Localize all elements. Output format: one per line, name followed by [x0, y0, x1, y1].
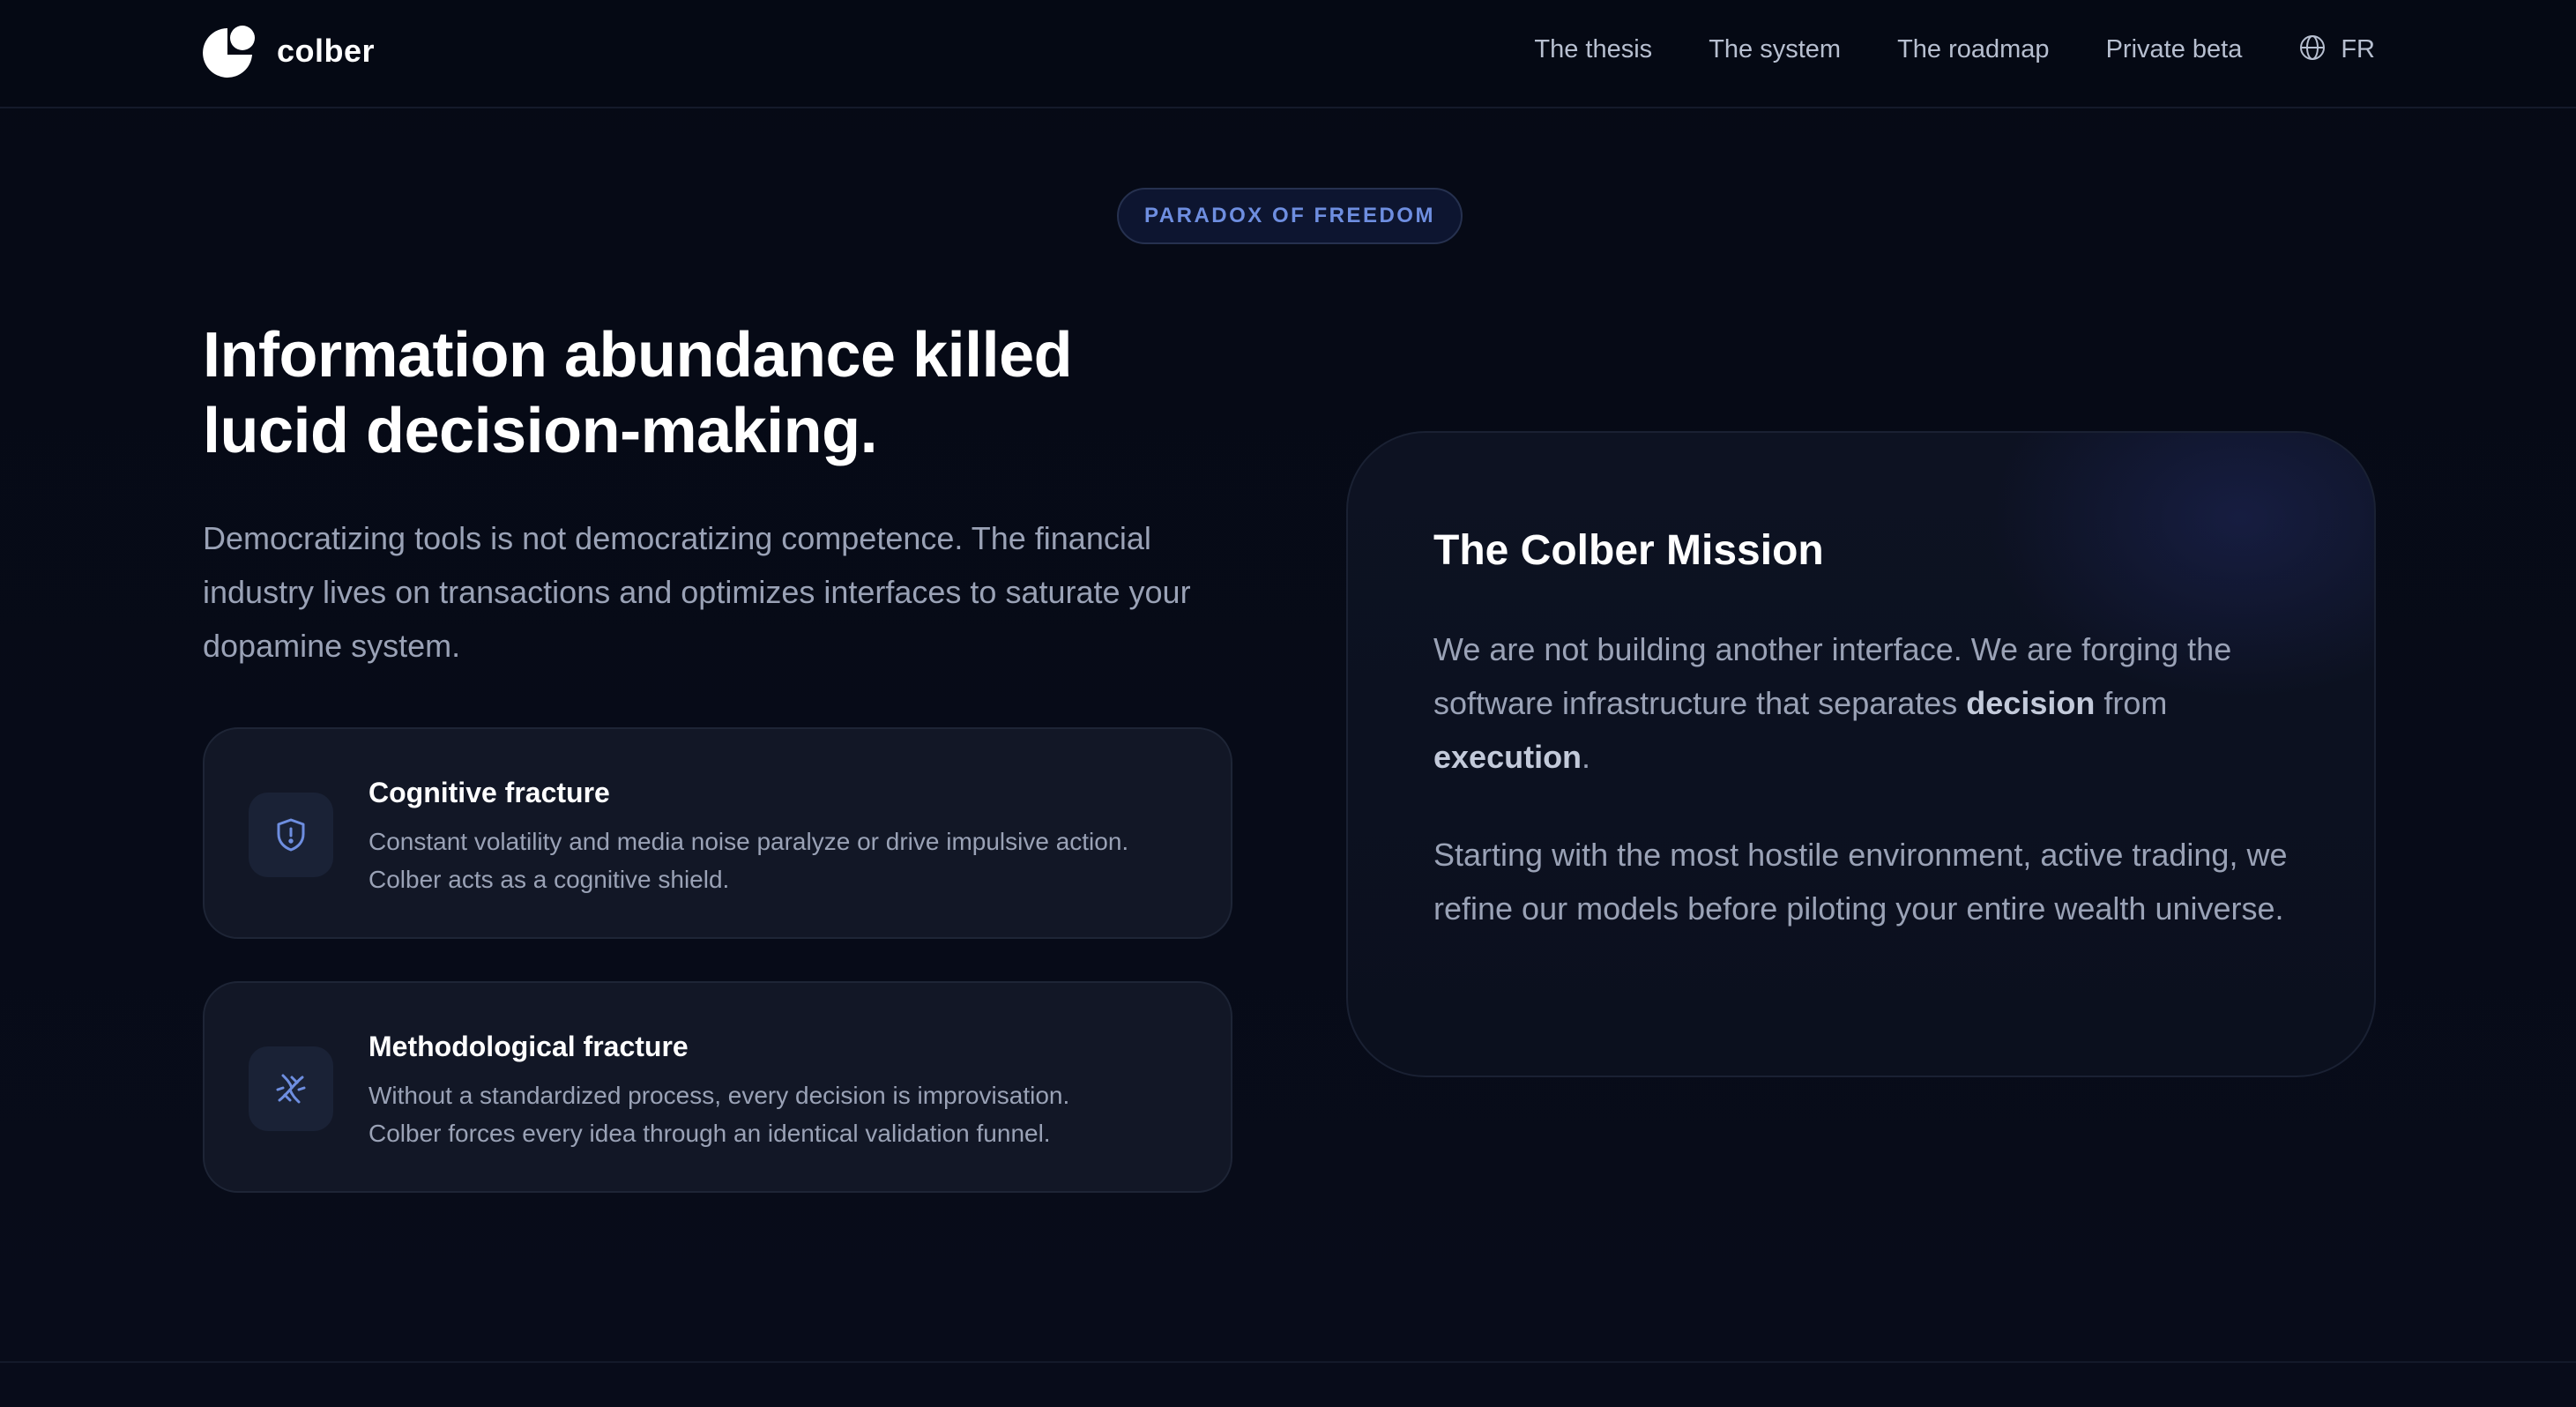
colber-logo-icon — [203, 23, 257, 79]
section-badge: PARADOX OF FREEDOM — [1117, 188, 1463, 244]
nav-link-system[interactable]: The system — [1709, 35, 1841, 64]
shield-alert-icon — [249, 793, 333, 877]
dna-icon — [249, 1046, 333, 1131]
badge-text: PARADOX OF FREEDOM — [1144, 204, 1435, 227]
mission-paragraph-1: We are not building another interface. W… — [1433, 622, 2315, 784]
language-switcher[interactable]: FR — [2298, 34, 2375, 66]
headline-line-1: Information abundance killed — [203, 320, 1073, 391]
mission-p1-text-2: from — [2103, 685, 2168, 721]
feature-body-line-1: Without a standardized process, every de… — [369, 1082, 1070, 1109]
feature-body: Constant volatility and media noise para… — [369, 823, 1206, 898]
language-label: FR — [2341, 35, 2375, 63]
feature-body-line-1: Constant volatility and media noise para… — [369, 828, 1129, 855]
mission-p1-text-3: . — [1582, 739, 1591, 775]
page: colber The thesis The system The roadmap… — [0, 0, 2576, 1407]
hero-lead: Democratizing tools is not democratizing… — [203, 520, 1191, 664]
main-nav: The thesis The system The roadmap Privat… — [1534, 34, 2375, 66]
nav-link-roadmap[interactable]: The roadmap — [1897, 35, 2050, 64]
feature-card-methodological: Methodological fracture Without a standa… — [203, 981, 1232, 1193]
mission-card: The Colber Mission We are not building a… — [1346, 431, 2376, 1077]
logo-text: colber — [277, 33, 376, 69]
feature-title: Cognitive fracture — [369, 777, 610, 808]
mission-emphasis-decision: decision — [1966, 685, 2096, 721]
headline-line-2: lucid decision-making. — [203, 396, 878, 466]
feature-title: Methodological fracture — [369, 1031, 689, 1062]
hero-headline: Information abundance killed lucid decis… — [203, 317, 1261, 469]
logo[interactable]: colber — [203, 23, 375, 79]
feature-body-line-2: Colber forces every idea through an iden… — [369, 1120, 1051, 1147]
section-divider — [0, 1361, 2576, 1363]
feature-body: Without a standardized process, every de… — [369, 1076, 1206, 1152]
nav-link-thesis[interactable]: The thesis — [1534, 35, 1652, 64]
feature-body-line-2: Colber acts as a cognitive shield. — [369, 866, 730, 893]
mission-paragraph-2: Starting with the most hostile environme… — [1433, 837, 2288, 927]
mission-emphasis-execution: execution — [1433, 739, 1582, 775]
globe-icon — [2298, 34, 2327, 66]
nav-link-private-beta[interactable]: Private beta — [2106, 35, 2243, 64]
site-header: colber The thesis The system The roadmap… — [0, 0, 2576, 108]
feature-card-cognitive: Cognitive fracture Constant volatility a… — [203, 727, 1232, 939]
mission-title: The Colber Mission — [1433, 527, 1824, 574]
